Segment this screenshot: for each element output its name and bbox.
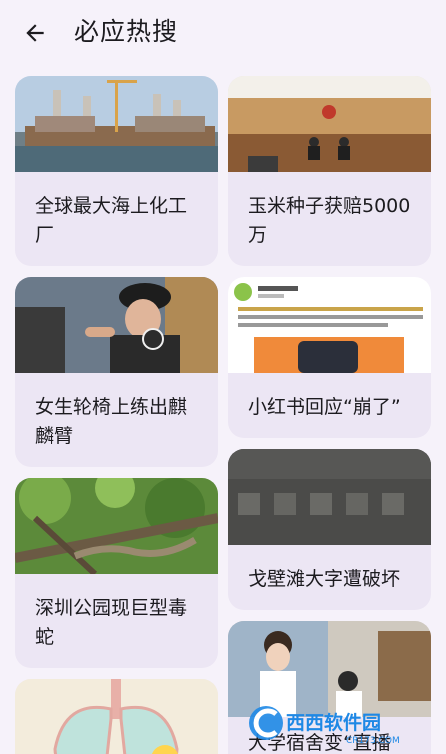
- news-card[interactable]: 玉米种子获赔5000万: [228, 76, 431, 266]
- page-title: 必应热搜: [74, 17, 179, 46]
- news-card[interactable]: [15, 679, 218, 754]
- news-card[interactable]: 女生轮椅上练出麒麟臂: [15, 277, 218, 467]
- snake-in-tree-image: [15, 478, 218, 574]
- watermark-logo: 西西软件园 CR173.COM: [246, 700, 434, 746]
- card-caption: 深圳公园现巨型毒蛇: [35, 597, 188, 648]
- offshore-chemical-plant-image: [15, 76, 218, 172]
- news-card[interactable]: 戈壁滩大字遭破坏: [228, 449, 431, 610]
- news-card[interactable]: 小红书回应“崩了”: [228, 277, 431, 438]
- watermark-brand: 西西软件园: [286, 711, 381, 734]
- news-card[interactable]: 全球最大海上化工厂: [15, 76, 218, 266]
- desert-characters-image: [228, 449, 431, 545]
- card-caption: 玉米种子获赔5000万: [248, 195, 411, 246]
- card-caption: 小红书回应“崩了”: [248, 396, 401, 418]
- woman-workout-image: [15, 277, 218, 373]
- card-caption: 戈壁滩大字遭破坏: [248, 568, 401, 590]
- courtroom-image: [228, 76, 431, 172]
- back-button[interactable]: [20, 18, 50, 48]
- social-post-screenshot-image: [228, 277, 431, 373]
- card-caption: 女生轮椅上练出麒麟臂: [35, 396, 188, 447]
- arrow-back-icon: [26, 24, 44, 42]
- lungs-illustration-image: [15, 679, 218, 754]
- app-bar: 必应热搜: [0, 0, 446, 66]
- card-caption: 全球最大海上化工厂: [35, 195, 188, 246]
- watermark-url: CR173.COM: [346, 736, 400, 746]
- news-card[interactable]: 深圳公园现巨型毒蛇: [15, 478, 218, 668]
